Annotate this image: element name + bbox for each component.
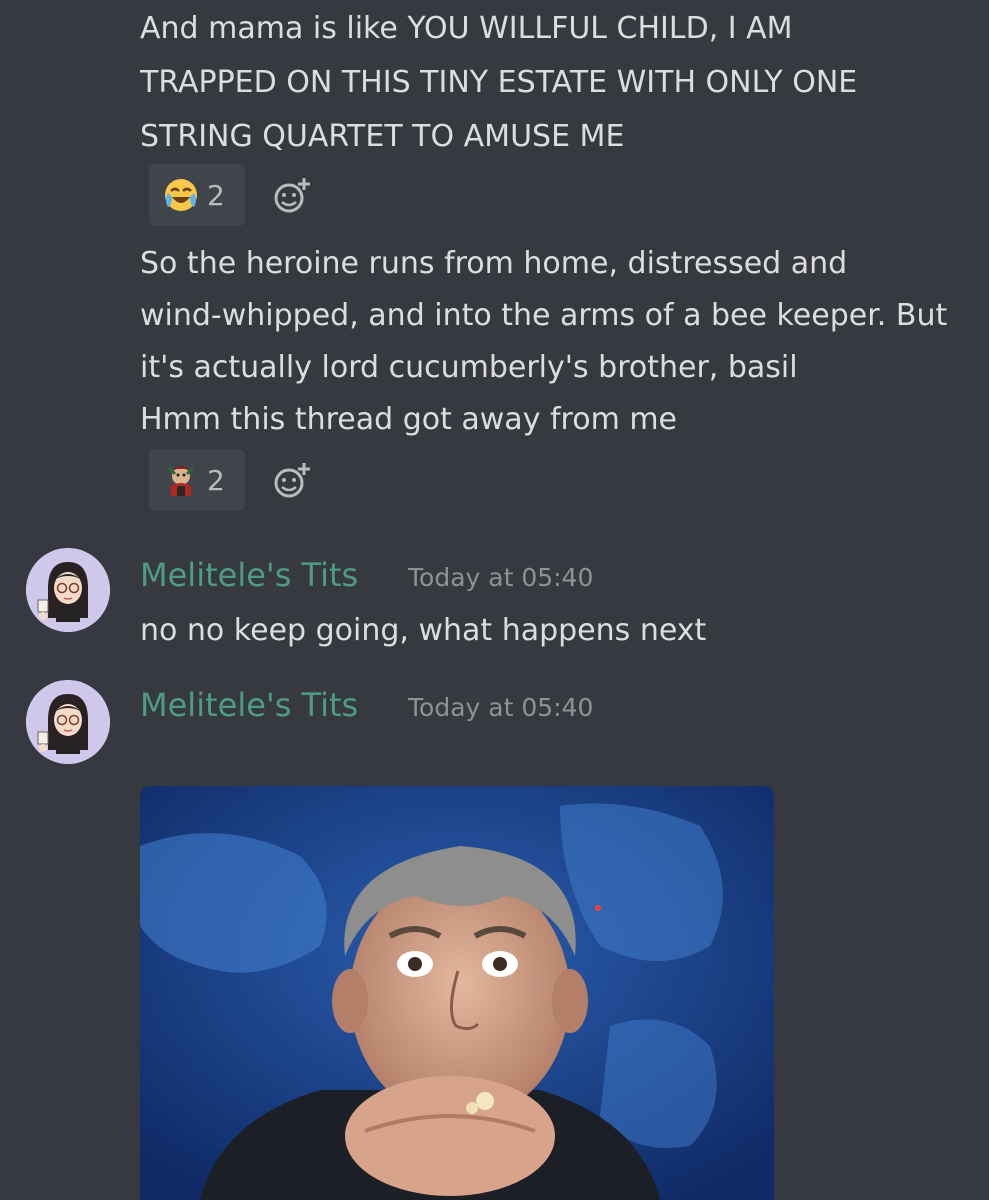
avatar[interactable] xyxy=(26,548,110,632)
message-text: no no keep going, what happens next xyxy=(140,613,707,648)
message-line: So the heroine runs from home, distresse… xyxy=(140,246,848,281)
username[interactable]: Melitele's Tits xyxy=(140,686,358,724)
avatar[interactable] xyxy=(26,680,110,764)
add-reaction-icon[interactable] xyxy=(272,461,312,501)
timestamp: Today at 05:40 xyxy=(408,693,594,722)
message-line: TRAPPED ON THIS TINY ESTATE WITH ONLY ON… xyxy=(140,65,858,100)
username[interactable]: Melitele's Tits xyxy=(140,556,358,594)
reaction-joy[interactable]: 2 xyxy=(149,164,245,226)
reaction-count: 2 xyxy=(207,463,225,497)
message-line: wind-whipped, and into the arms of a bee… xyxy=(140,298,948,333)
joy-emoji-icon xyxy=(165,179,197,211)
gif-attachment[interactable] xyxy=(140,786,774,1200)
timestamp: Today at 05:40 xyxy=(408,563,594,592)
avatar-girl-icon xyxy=(26,548,110,632)
message-line: STRING QUARTET TO AMUSE ME xyxy=(140,119,625,154)
message-line: And mama is like YOU WILLFUL CHILD, I AM xyxy=(140,11,793,46)
avatar-girl-icon xyxy=(26,680,110,764)
reaction-count: 2 xyxy=(207,178,225,212)
custom-character-emoji-icon xyxy=(167,466,195,496)
gif-man-eating-popcorn-image xyxy=(140,786,774,1200)
add-reaction-icon[interactable] xyxy=(272,176,312,216)
message-line: Hmm this thread got away from me xyxy=(140,402,678,437)
reaction-custom[interactable]: 2 xyxy=(149,449,245,511)
message-line: it's actually lord cucumberly's brother,… xyxy=(140,350,798,385)
chat-message-list: And mama is like YOU WILLFUL CHILD, I AM… xyxy=(0,0,989,1200)
